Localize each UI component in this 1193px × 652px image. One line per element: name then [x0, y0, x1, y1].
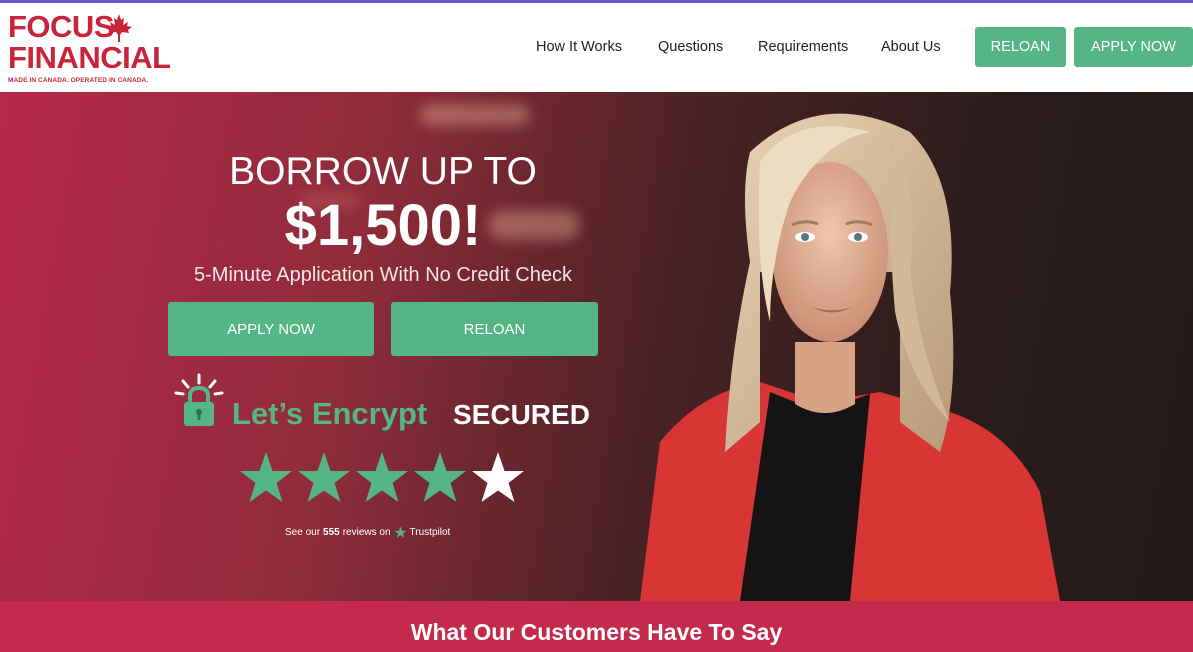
nav-how-it-works[interactable]: How It Works: [536, 39, 622, 55]
hero-section: BORROW UP TO $1,500! 5-Minute Applicatio…: [0, 92, 1193, 601]
lets-encrypt-brand: Let’s Encrypt: [232, 396, 428, 431]
background-bokeh: [420, 104, 530, 126]
brand-logo[interactable]: FOCUS FINANCIAL MADE IN CANADA. OPERATED…: [8, 9, 171, 87]
star-icon: [356, 452, 408, 502]
brand-name-line1: FOCUS: [8, 9, 115, 44]
star-icon: [240, 452, 292, 502]
hero-headline-line1: BORROW UP TO: [229, 150, 537, 193]
star-icon: [298, 452, 350, 502]
brand-tagline: MADE IN CANADA. OPERATED IN CANADA.: [8, 77, 149, 84]
reviews-prefix: See our: [285, 527, 321, 538]
rating-stars: [240, 452, 524, 502]
maple-leaf-icon: [106, 14, 132, 42]
trustpilot-star-icon: [394, 526, 406, 538]
reviews-count: 555: [323, 527, 340, 538]
nav-questions[interactable]: Questions: [658, 39, 723, 55]
header-apply-now-button[interactable]: APPLY NOW: [1074, 27, 1193, 67]
trustpilot-reviews-link[interactable]: See our 555 reviews on Trustpilot: [285, 526, 450, 539]
brand-name-line2: FINANCIAL: [8, 40, 171, 75]
testimonials-band: What Our Customers Have To Say: [0, 601, 1193, 652]
nav-about-us[interactable]: About Us: [881, 39, 941, 55]
trustpilot-name: Trustpilot: [409, 527, 451, 538]
testimonials-title: What Our Customers Have To Say: [410, 619, 783, 645]
header-reloan-button[interactable]: RELOAN: [975, 27, 1066, 67]
hero-apply-now-button[interactable]: APPLY NOW: [168, 302, 374, 356]
secured-label: SECURED: [453, 399, 590, 430]
nav-requirements[interactable]: Requirements: [758, 39, 848, 55]
site-header: FOCUS FINANCIAL MADE IN CANADA. OPERATED…: [0, 3, 1193, 92]
hero-amount: $1,500!: [284, 193, 482, 258]
reviews-suffix: reviews on: [342, 527, 391, 538]
star-icon: [414, 452, 466, 502]
hero-subheadline: 5-Minute Application With No Credit Chec…: [194, 264, 572, 286]
lock-icon: [174, 373, 224, 426]
hero-reloan-button[interactable]: RELOAN: [391, 302, 598, 356]
